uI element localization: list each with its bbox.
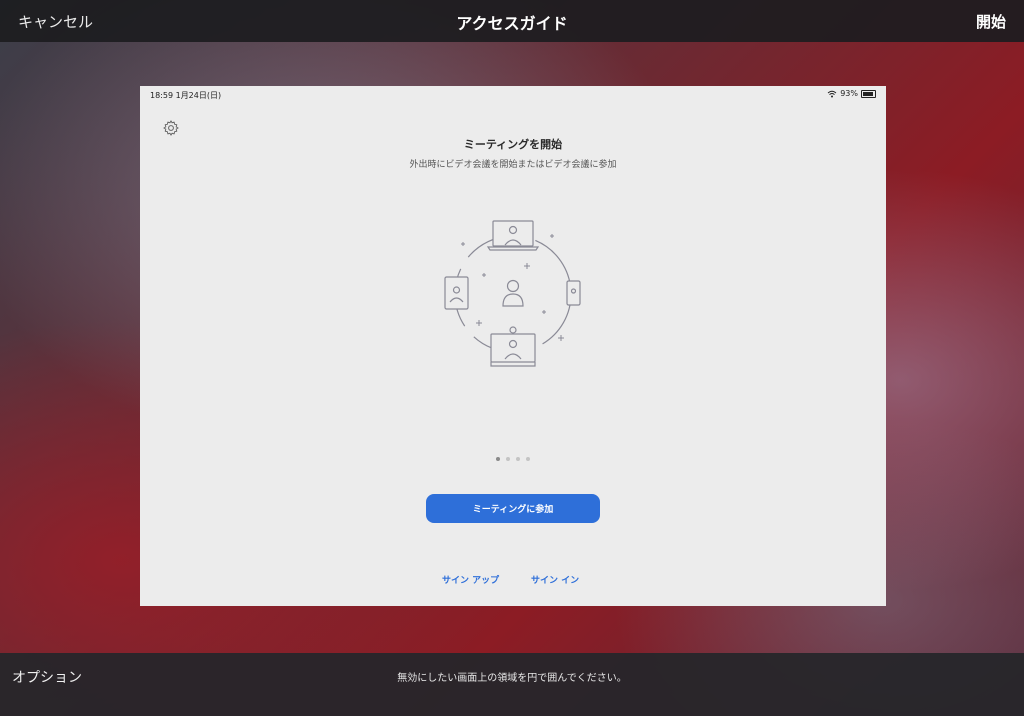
join-meeting-button[interactable]: ミーティングに参加 bbox=[426, 494, 600, 523]
ipad-screen-preview[interactable]: 18:59 1月24日(日) 93% ミーティングを開始 外出時にビデオ会議を開… bbox=[140, 86, 886, 606]
sign-up-link[interactable]: サイン アップ bbox=[442, 573, 499, 586]
battery-percent: 93% bbox=[840, 89, 858, 98]
status-right: 93% bbox=[827, 89, 876, 98]
guided-access-toolbar: キャンセル アクセスガイド 開始 bbox=[0, 0, 1024, 42]
page-dot[interactable] bbox=[526, 457, 530, 461]
sign-in-link[interactable]: サイン イン bbox=[531, 573, 579, 586]
status-time: 18:59 1月24日(日) bbox=[150, 91, 222, 100]
page-indicator bbox=[496, 457, 530, 461]
guided-access-bottom-bar: オプション 無効にしたい画面上の領域を円で囲んでください。 bbox=[0, 653, 1024, 716]
onboarding-subline: 外出時にビデオ会議を開始またはビデオ会議に参加 bbox=[409, 160, 617, 170]
toolbar-title: アクセスガイド bbox=[456, 14, 568, 33]
onboarding-headline: ミーティングを開始 bbox=[463, 138, 563, 151]
page-dot[interactable] bbox=[496, 457, 500, 461]
page-dot[interactable] bbox=[516, 457, 520, 461]
start-button[interactable]: 開始 bbox=[976, 11, 1006, 32]
page-dot[interactable] bbox=[506, 457, 510, 461]
battery-icon bbox=[861, 89, 876, 98]
wifi-icon bbox=[827, 90, 837, 97]
meeting-devices-illustration-icon bbox=[444, 220, 581, 367]
settings-gear-icon[interactable] bbox=[162, 119, 180, 137]
instruction-hint: 無効にしたい画面上の領域を円で囲んでください。 bbox=[397, 673, 627, 684]
